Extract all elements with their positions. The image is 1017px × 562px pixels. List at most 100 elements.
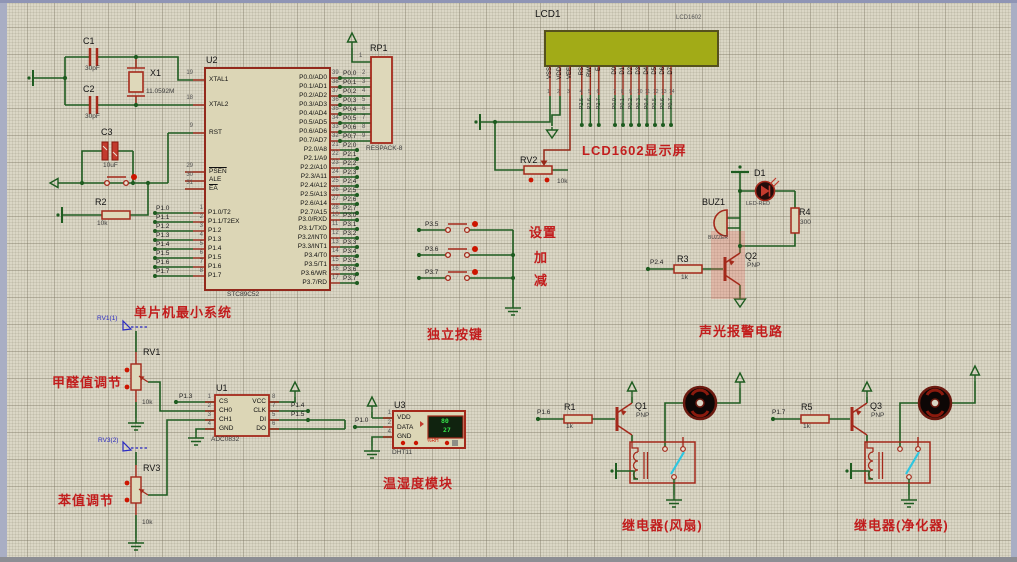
- dht-part: DHT11: [392, 449, 413, 456]
- pinnum-30: 30: [186, 172, 193, 178]
- pin-number: 2: [207, 403, 211, 409]
- adc-left-names: CS CH0 CH1 GND: [219, 397, 233, 433]
- pin-number: 5: [362, 97, 366, 103]
- q3-ref: Q3: [870, 401, 883, 411]
- purifier-net: P1.7: [772, 409, 786, 416]
- mcu-p3-names: P3.0/RXD P3.1/TXD P3.2/INT0 P3.3/INT1 P3.4/T…: [245, 215, 327, 287]
- net-label: P3.0: [343, 212, 357, 219]
- schematic-canvas[interactable]: C1 30pF C2 30pF X1 11.0592M C3 10uF R2 1…: [0, 0, 1017, 562]
- pinnum-18: 18: [186, 95, 193, 101]
- lcd-pin-number: 5: [588, 89, 591, 95]
- rp1-pin1: 1: [359, 53, 363, 59]
- pin-number: 6: [362, 106, 366, 112]
- pin-name: DATA: [397, 423, 414, 431]
- pin-number: 37: [332, 88, 339, 94]
- pin-name: P0.7/AD7: [299, 137, 327, 144]
- adc-left-nums: 1 2 3 4: [198, 393, 211, 429]
- power-ground-symbols: [26, 32, 981, 551]
- pin-number: 15: [332, 257, 339, 263]
- pin-name: P3.6/WR: [300, 270, 327, 277]
- net-label: P1.5: [156, 250, 170, 257]
- lcd-pin-number: 1: [547, 89, 550, 95]
- net-label: P1.3: [156, 232, 170, 239]
- pin-number: 7: [272, 403, 276, 409]
- lcd-pin-number: 9: [629, 89, 632, 95]
- r1-value: 1k: [566, 423, 573, 430]
- lcd-data-pins: D0 7 P0.0 D1 8 P0.1 D2 9 P0.2 D3 10 P0.3…: [611, 66, 675, 136]
- mcu-p1-names: P1.0/T2 P1.1/T2EX P1.2 P1.3 P1.4 P1.5 P1.6 P1.7: [208, 208, 239, 280]
- pin-name: P3.3/INT1: [297, 243, 327, 250]
- r2-value: 10k: [97, 220, 108, 227]
- net-label: P0.4: [343, 106, 357, 113]
- lcd-pin-number: 7: [613, 89, 616, 95]
- alarm-circuit[interactable]: [673, 177, 800, 299]
- net-label: P0.3: [343, 97, 357, 104]
- lcd-pin-number: 3: [567, 89, 570, 95]
- x1-ref: X1: [150, 68, 162, 78]
- pin-name: P3.1/TXD: [298, 225, 327, 232]
- pin-name: P3.2/INT0: [297, 234, 327, 241]
- dht-title: 温湿度模块: [383, 476, 454, 491]
- pin-number: 34: [332, 115, 339, 121]
- net-label: P1.7: [156, 268, 170, 275]
- lcd-pin: E 6 P2.7: [595, 66, 604, 136]
- key3-label: 减: [534, 273, 549, 288]
- lcd-pin-net: P0.1: [620, 98, 626, 110]
- sheet-edge-bottom: [0, 557, 1017, 562]
- purifier-title: 继电器(净化器): [854, 518, 949, 533]
- pin-name: GND: [397, 433, 412, 440]
- pin-number: 8: [362, 124, 366, 130]
- net-label: P2.3: [343, 169, 357, 176]
- lcd-pin: D3 10 P0.3: [635, 66, 643, 136]
- mcu-p2-names: P2.0/A8 P2.1/A9 P2.2/A10 P2.3/A11 P2.4/A12 P2…: [245, 145, 327, 217]
- mcu-p2-nets: P2.0 P2.1 P2.2 P2.3 P2.4 P2.5 P2.6 P2.7: [343, 141, 356, 213]
- pinnum-19: 19: [186, 70, 193, 76]
- mcu-ref: U2: [206, 55, 218, 65]
- lcd-pin-number: 10: [637, 89, 643, 95]
- alarm-net: P2.4: [650, 259, 664, 266]
- pin-number: 32: [332, 133, 339, 139]
- pin-number: 17: [332, 275, 339, 281]
- lcd-power-pins: VSS 1 VDD 2 VEE 3: [545, 66, 575, 136]
- pin-name: P1.4: [208, 245, 222, 252]
- net-label: P3.5: [343, 257, 357, 264]
- lcd-pin-number: 2: [557, 89, 560, 95]
- net-label: P3.1: [343, 221, 357, 228]
- dht-net: P1.0: [355, 417, 369, 424]
- net-label: P3.3: [343, 239, 357, 246]
- pin-name: P3.5/T1: [304, 261, 327, 268]
- pin-ale: ALE: [209, 176, 222, 183]
- pin-name: P0.2/AD2: [299, 92, 327, 99]
- pin-number: 12: [332, 230, 339, 236]
- pin-number: 8: [199, 268, 203, 274]
- pin-number: 13: [332, 239, 339, 245]
- pin-name: P2.6/A14: [300, 200, 327, 207]
- q2-type: PNP: [747, 262, 761, 269]
- net-label: P2.4: [343, 178, 357, 185]
- dht-temperature-value: 27: [443, 426, 451, 434]
- lcd-pin-net: P2.6: [587, 98, 594, 110]
- r1-ref: R1: [564, 402, 576, 412]
- respack[interactable]: [370, 56, 393, 144]
- lcd-ctrl-pins: RS 4 P2.5 RW 5 P2.6 E 6 P2.7: [578, 66, 604, 136]
- pin-name: CH0: [219, 407, 233, 414]
- net-label: P1.2: [156, 223, 170, 230]
- mcu-p1-nets: P1.0 P1.1 P1.2 P1.3 P1.4 P1.5 P1.6 P1.7: [156, 204, 169, 276]
- r2-ref: R2: [95, 197, 107, 207]
- net-label: P1.4: [156, 241, 170, 248]
- dht-unit: %RH: [427, 438, 439, 444]
- q2-ref: Q2: [745, 251, 758, 261]
- adc-data-net: P1.5: [291, 411, 305, 418]
- net-label: P2.2: [343, 160, 357, 167]
- pin-rst: RST: [209, 129, 222, 136]
- pin-name: P2.5/A13: [300, 191, 327, 198]
- crystal-circuit[interactable]: [88, 46, 145, 220]
- pin-number: 24: [332, 169, 339, 175]
- lcd-pin-net: P2.5: [578, 98, 585, 110]
- r4-value: 300: [800, 219, 811, 226]
- key1-net: P3.5: [425, 221, 439, 228]
- pin-number: 26: [332, 187, 339, 193]
- pin-number: 2: [362, 70, 366, 76]
- net-label: P2.6: [343, 196, 357, 203]
- c1-value: 30pF: [85, 65, 100, 72]
